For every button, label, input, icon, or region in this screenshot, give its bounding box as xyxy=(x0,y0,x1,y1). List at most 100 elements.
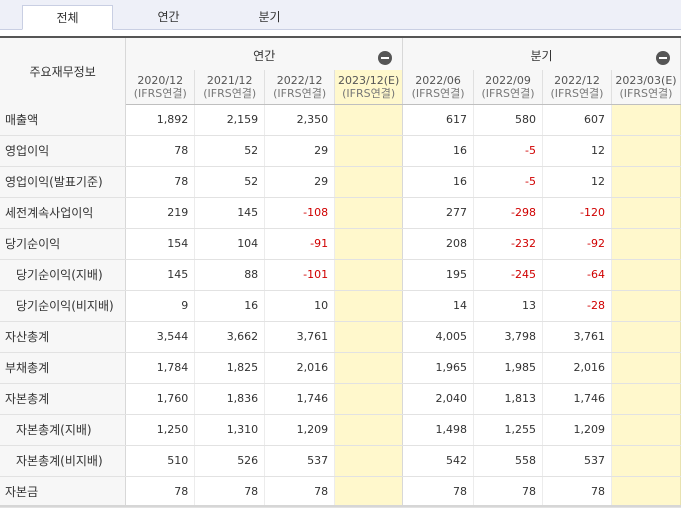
table-cell: 558 xyxy=(473,445,543,477)
table-cell: 1,255 xyxy=(473,414,543,446)
table-cell: 1,250 xyxy=(125,414,196,446)
table-cell xyxy=(334,104,404,136)
table-cell: 510 xyxy=(125,445,196,477)
column-period: 2022/12 xyxy=(554,73,600,87)
column-header: 2023/03(E) (IFRS연결) xyxy=(611,70,681,105)
row-label: 부채총계 xyxy=(0,352,127,384)
table-cell: -92 xyxy=(542,228,612,260)
table-cell: 1,965 xyxy=(402,352,475,384)
table-row: 당기순이익(지배) 145 88 -101 195 -245 -64 xyxy=(0,259,681,291)
row-label: 세전계속사업이익 xyxy=(0,197,127,229)
table-cell: 2,159 xyxy=(194,104,266,136)
tab-all[interactable]: 전체 xyxy=(22,5,113,30)
table-cell: 78 xyxy=(125,476,196,508)
table-title: 주요재무정보 xyxy=(0,36,127,104)
table-cell: -108 xyxy=(264,197,336,229)
table-cell: 78 xyxy=(542,476,612,508)
table-cell xyxy=(611,352,681,384)
column-basis: (IFRS연결) xyxy=(550,86,604,100)
table-row: 자본금 78 78 78 78 78 78 xyxy=(0,476,681,508)
table-cell: 1,209 xyxy=(264,414,336,446)
table-cell: 14 xyxy=(402,290,475,322)
column-period: 2022/12 xyxy=(276,73,323,87)
table-cell: -28 xyxy=(542,290,612,322)
row-label: 자산총계 xyxy=(0,321,127,353)
table-cell: 16 xyxy=(194,290,266,322)
row-label: 매출액 xyxy=(0,104,127,136)
table-cell xyxy=(334,352,404,384)
table-row: 영업이익(발표기준) 78 52 29 16 -5 12 xyxy=(0,166,681,198)
row-label: 당기순이익(지배) xyxy=(0,259,127,291)
table-row: 매출액 1,892 2,159 2,350 617 580 607 xyxy=(0,104,681,136)
table-cell xyxy=(611,321,681,353)
table-cell: -101 xyxy=(264,259,336,291)
table-cell xyxy=(334,414,404,446)
table-row: 세전계속사업이익 219 145 -108 277 -298 -120 xyxy=(0,197,681,229)
table-cell: 1,825 xyxy=(194,352,266,384)
table-cell: 617 xyxy=(402,104,475,136)
table-cell xyxy=(334,321,404,353)
column-period: 2023/03(E) xyxy=(615,73,677,87)
table-cell xyxy=(334,228,404,260)
table-cell: 1,985 xyxy=(473,352,543,384)
column-basis: (IFRS연결) xyxy=(619,86,673,100)
column-period: 2022/09 xyxy=(485,73,531,87)
group-label-quarter: 분기 xyxy=(530,49,553,63)
table-cell: 1,746 xyxy=(264,383,336,415)
table-row: 당기순이익 154 104 -91 208 -232 -92 xyxy=(0,228,681,260)
table-cell: 16 xyxy=(402,166,475,198)
table-cell: 1,498 xyxy=(402,414,475,446)
table-cell xyxy=(611,445,681,477)
table-cell xyxy=(334,290,404,322)
table-cell: 12 xyxy=(542,135,612,167)
column-basis: (IFRS연결) xyxy=(273,86,327,100)
table-cell: 1,892 xyxy=(125,104,196,136)
table-cell: -64 xyxy=(542,259,612,291)
row-label: 영업이익(발표기준) xyxy=(0,166,127,198)
row-label: 당기순이익(비지배) xyxy=(0,290,127,322)
table-cell xyxy=(611,135,681,167)
tab-quarter[interactable]: 분기 xyxy=(224,5,315,30)
row-label: 자본총계(지배) xyxy=(0,414,127,446)
table-cell: 154 xyxy=(125,228,196,260)
table-cell xyxy=(334,166,404,198)
table-cell: 1,310 xyxy=(194,414,266,446)
table-row: 영업이익 78 52 29 16 -5 12 xyxy=(0,135,681,167)
table-cell: 195 xyxy=(402,259,475,291)
minus-circle-icon[interactable] xyxy=(378,51,393,65)
table-cell xyxy=(334,445,404,477)
column-basis: (IFRS연결) xyxy=(133,86,187,100)
table-cell xyxy=(611,414,681,446)
table-cell: 145 xyxy=(125,259,196,291)
table-cell xyxy=(334,135,404,167)
column-period: 2020/12 xyxy=(137,73,184,87)
table-cell: 1,784 xyxy=(125,352,196,384)
column-basis: (IFRS연결) xyxy=(203,86,257,100)
table-cell: 10 xyxy=(264,290,336,322)
table-cell: 537 xyxy=(264,445,336,477)
table-cell: 12 xyxy=(542,166,612,198)
table-cell xyxy=(611,476,681,508)
column-basis: (IFRS연결) xyxy=(342,86,396,100)
table-cell: 3,798 xyxy=(473,321,543,353)
table-cell: 1,760 xyxy=(125,383,196,415)
tab-annual[interactable]: 연간 xyxy=(123,5,214,30)
column-header: 2023/12(E) (IFRS연결) xyxy=(334,70,404,105)
column-header: 2022/12 (IFRS연결) xyxy=(542,70,612,105)
table-cell xyxy=(334,383,404,415)
table-cell: 219 xyxy=(125,197,196,229)
table-row: 당기순이익(비지배) 9 16 10 14 13 -28 xyxy=(0,290,681,322)
column-header: 2020/12 (IFRS연결) xyxy=(125,70,196,105)
table-cell: 1,746 xyxy=(542,383,612,415)
table-cell: 2,016 xyxy=(542,352,612,384)
table-cell: -298 xyxy=(473,197,543,229)
column-basis: (IFRS연결) xyxy=(481,86,535,100)
table-cell xyxy=(334,476,404,508)
table-cell: 88 xyxy=(194,259,266,291)
column-header: 2021/12 (IFRS연결) xyxy=(194,70,266,105)
minus-circle-icon[interactable] xyxy=(656,51,670,65)
table-cell: 4,005 xyxy=(402,321,475,353)
table-cell xyxy=(611,383,681,415)
table-cell: 526 xyxy=(194,445,266,477)
tab-bar: 전체 연간 분기 xyxy=(0,0,681,30)
